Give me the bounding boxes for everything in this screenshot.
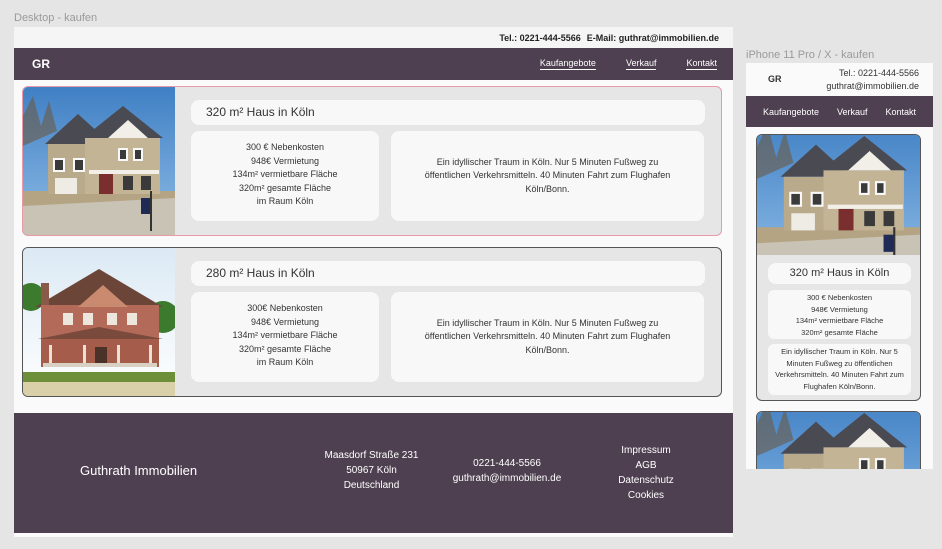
address-country: Deutschland bbox=[343, 480, 400, 491]
listing-card[interactable]: 320 m² Haus in Köln 300 € Nebenkosten 94… bbox=[22, 86, 722, 236]
fact-vermietung: 948€ Vermietung bbox=[811, 304, 868, 314]
listing-description: Ein idyllischer Traum in Köln. Nur 5 Min… bbox=[391, 131, 704, 221]
listing-title: 280 m² Haus in Köln bbox=[191, 261, 705, 286]
mobile-phone[interactable]: Tel.: 0221-444-5566 bbox=[826, 67, 919, 80]
address-city: 50967 Köln bbox=[346, 465, 397, 476]
footer-link-impressum[interactable]: Impressum bbox=[606, 443, 686, 458]
mobile-header: GR Tel.: 0221-444-5566 guthrat@immobilie… bbox=[746, 63, 933, 96]
nav-link-verkauf[interactable]: Verkauf bbox=[625, 58, 657, 70]
mobile-logo[interactable]: GR bbox=[768, 74, 782, 84]
mobile-nav-verkauf[interactable]: Verkauf bbox=[837, 107, 868, 117]
nav-link-kaufangebote[interactable]: Kaufangebote bbox=[539, 58, 596, 70]
mobile-listing-facts: 300 € Nebenkosten 948€ Vermietung 134m² … bbox=[768, 290, 911, 339]
fact-nebenkosten: 300 € Nebenkosten bbox=[806, 293, 873, 302]
house-photo bbox=[757, 412, 920, 469]
fact-region: im Raum Köln bbox=[256, 357, 314, 367]
footer-contact: 0221-444-5566 guthrath@immobilien.de bbox=[439, 456, 575, 486]
mobile-listing-card[interactable] bbox=[756, 411, 921, 469]
nav-links: Kaufangebote Verkauf Kontakt bbox=[539, 58, 717, 70]
footer-brand: Guthrath Immobilien bbox=[80, 463, 198, 478]
desktop-frame-label: Desktop - kaufen bbox=[14, 12, 98, 24]
listing-facts: 300 € Nebenkosten 948€ Vermietung 134m² … bbox=[191, 131, 379, 221]
site-logo[interactable]: GR bbox=[32, 57, 50, 71]
house-photo bbox=[23, 87, 175, 235]
mobile-nav-kontakt[interactable]: Kontakt bbox=[885, 107, 916, 117]
address-street: Maasdorf Straße 231 bbox=[324, 450, 419, 461]
listing-description-text: Ein idyllischer Traum in Köln. Nur 5 Min… bbox=[424, 156, 671, 194]
fact-region: im Raum Köln bbox=[256, 196, 314, 206]
footer-email[interactable]: guthrath@immobilien.de bbox=[439, 471, 575, 486]
mobile-listing-card[interactable]: 320 m² Haus in Köln 300 € Nebenkosten 94… bbox=[756, 134, 921, 401]
topbar-phone[interactable]: Tel.: 0221-444-5566 bbox=[499, 33, 580, 43]
mobile-contact: Tel.: 0221-444-5566 guthrat@immobilien.d… bbox=[826, 67, 919, 93]
fact-vermietung: 948€ Vermietung bbox=[250, 155, 320, 166]
footer-link-cookies[interactable]: Cookies bbox=[606, 488, 686, 503]
listing-card[interactable]: 280 m² Haus in Köln 300€ Nebenkosten 948… bbox=[22, 247, 722, 397]
topbar: Tel.: 0221-444-5566 E-Mail: guthrat@immo… bbox=[14, 27, 733, 48]
desktop-frame: Tel.: 0221-444-5566 E-Mail: guthrat@immo… bbox=[14, 27, 733, 537]
mobile-nav-kaufangebote[interactable]: Kaufangebote bbox=[763, 107, 819, 117]
fact-vermietbare-flaeche: 134m² vermietbare Fläche bbox=[795, 316, 884, 325]
fact-vermietbare-flaeche: 134m² vermietbare Fläche bbox=[232, 330, 338, 340]
listing-description: Ein idyllischer Traum in Köln. Nur 5 Min… bbox=[391, 292, 704, 382]
fact-vermietbare-flaeche: 134m² vermietbare Fläche bbox=[232, 169, 338, 179]
topbar-email[interactable]: E-Mail: guthrat@immobilien.de bbox=[587, 33, 719, 43]
nav-link-kontakt[interactable]: Kontakt bbox=[686, 58, 717, 70]
mobile-frame: GR Tel.: 0221-444-5566 guthrat@immobilie… bbox=[746, 63, 933, 469]
footer-link-agb[interactable]: AGB bbox=[606, 458, 686, 473]
listing-description-text: Ein idyllischer Traum in Köln. Nur 5 Min… bbox=[424, 317, 671, 355]
mobile-listing-title: 320 m² Haus in Köln bbox=[768, 263, 911, 284]
footer-links: Impressum AGB Datenschutz Cookies bbox=[606, 443, 686, 503]
fact-vermietung: 948€ Vermietung bbox=[250, 316, 320, 327]
fact-nebenkosten: 300 € Nebenkosten bbox=[245, 142, 325, 152]
footer-link-datenschutz[interactable]: Datenschutz bbox=[606, 473, 686, 488]
main-navbar: GR Kaufangebote Verkauf Kontakt bbox=[14, 48, 733, 80]
mobile-navbar: Kaufangebote Verkauf Kontakt bbox=[746, 96, 933, 127]
fact-gesamte-flaeche: 320m² gesamte Fläche bbox=[801, 327, 878, 337]
site-footer: Guthrath Immobilien Maasdorf Straße 231 … bbox=[14, 413, 733, 533]
house-photo bbox=[757, 135, 920, 255]
footer-phone[interactable]: 0221-444-5566 bbox=[439, 456, 575, 471]
mobile-listing-description: Ein idyllischer Traum in Köln. Nur 5 Min… bbox=[768, 344, 911, 395]
fact-nebenkosten: 300€ Nebenkosten bbox=[247, 303, 323, 313]
footer-address: Maasdorf Straße 231 50967 Köln Deutschla… bbox=[314, 448, 429, 493]
listing-facts: 300€ Nebenkosten 948€ Vermietung 134m² v… bbox=[191, 292, 379, 382]
house-photo bbox=[23, 248, 175, 396]
mobile-email[interactable]: guthrat@immobilien.de bbox=[826, 80, 919, 93]
mobile-frame-label: iPhone 11 Pro / X - kaufen bbox=[746, 49, 875, 61]
fact-gesamte-flaeche: 320m² gesamte Fläche bbox=[238, 182, 332, 193]
listing-title: 320 m² Haus in Köln bbox=[191, 100, 705, 125]
fact-gesamte-flaeche: 320m² gesamte Fläche bbox=[238, 343, 332, 354]
